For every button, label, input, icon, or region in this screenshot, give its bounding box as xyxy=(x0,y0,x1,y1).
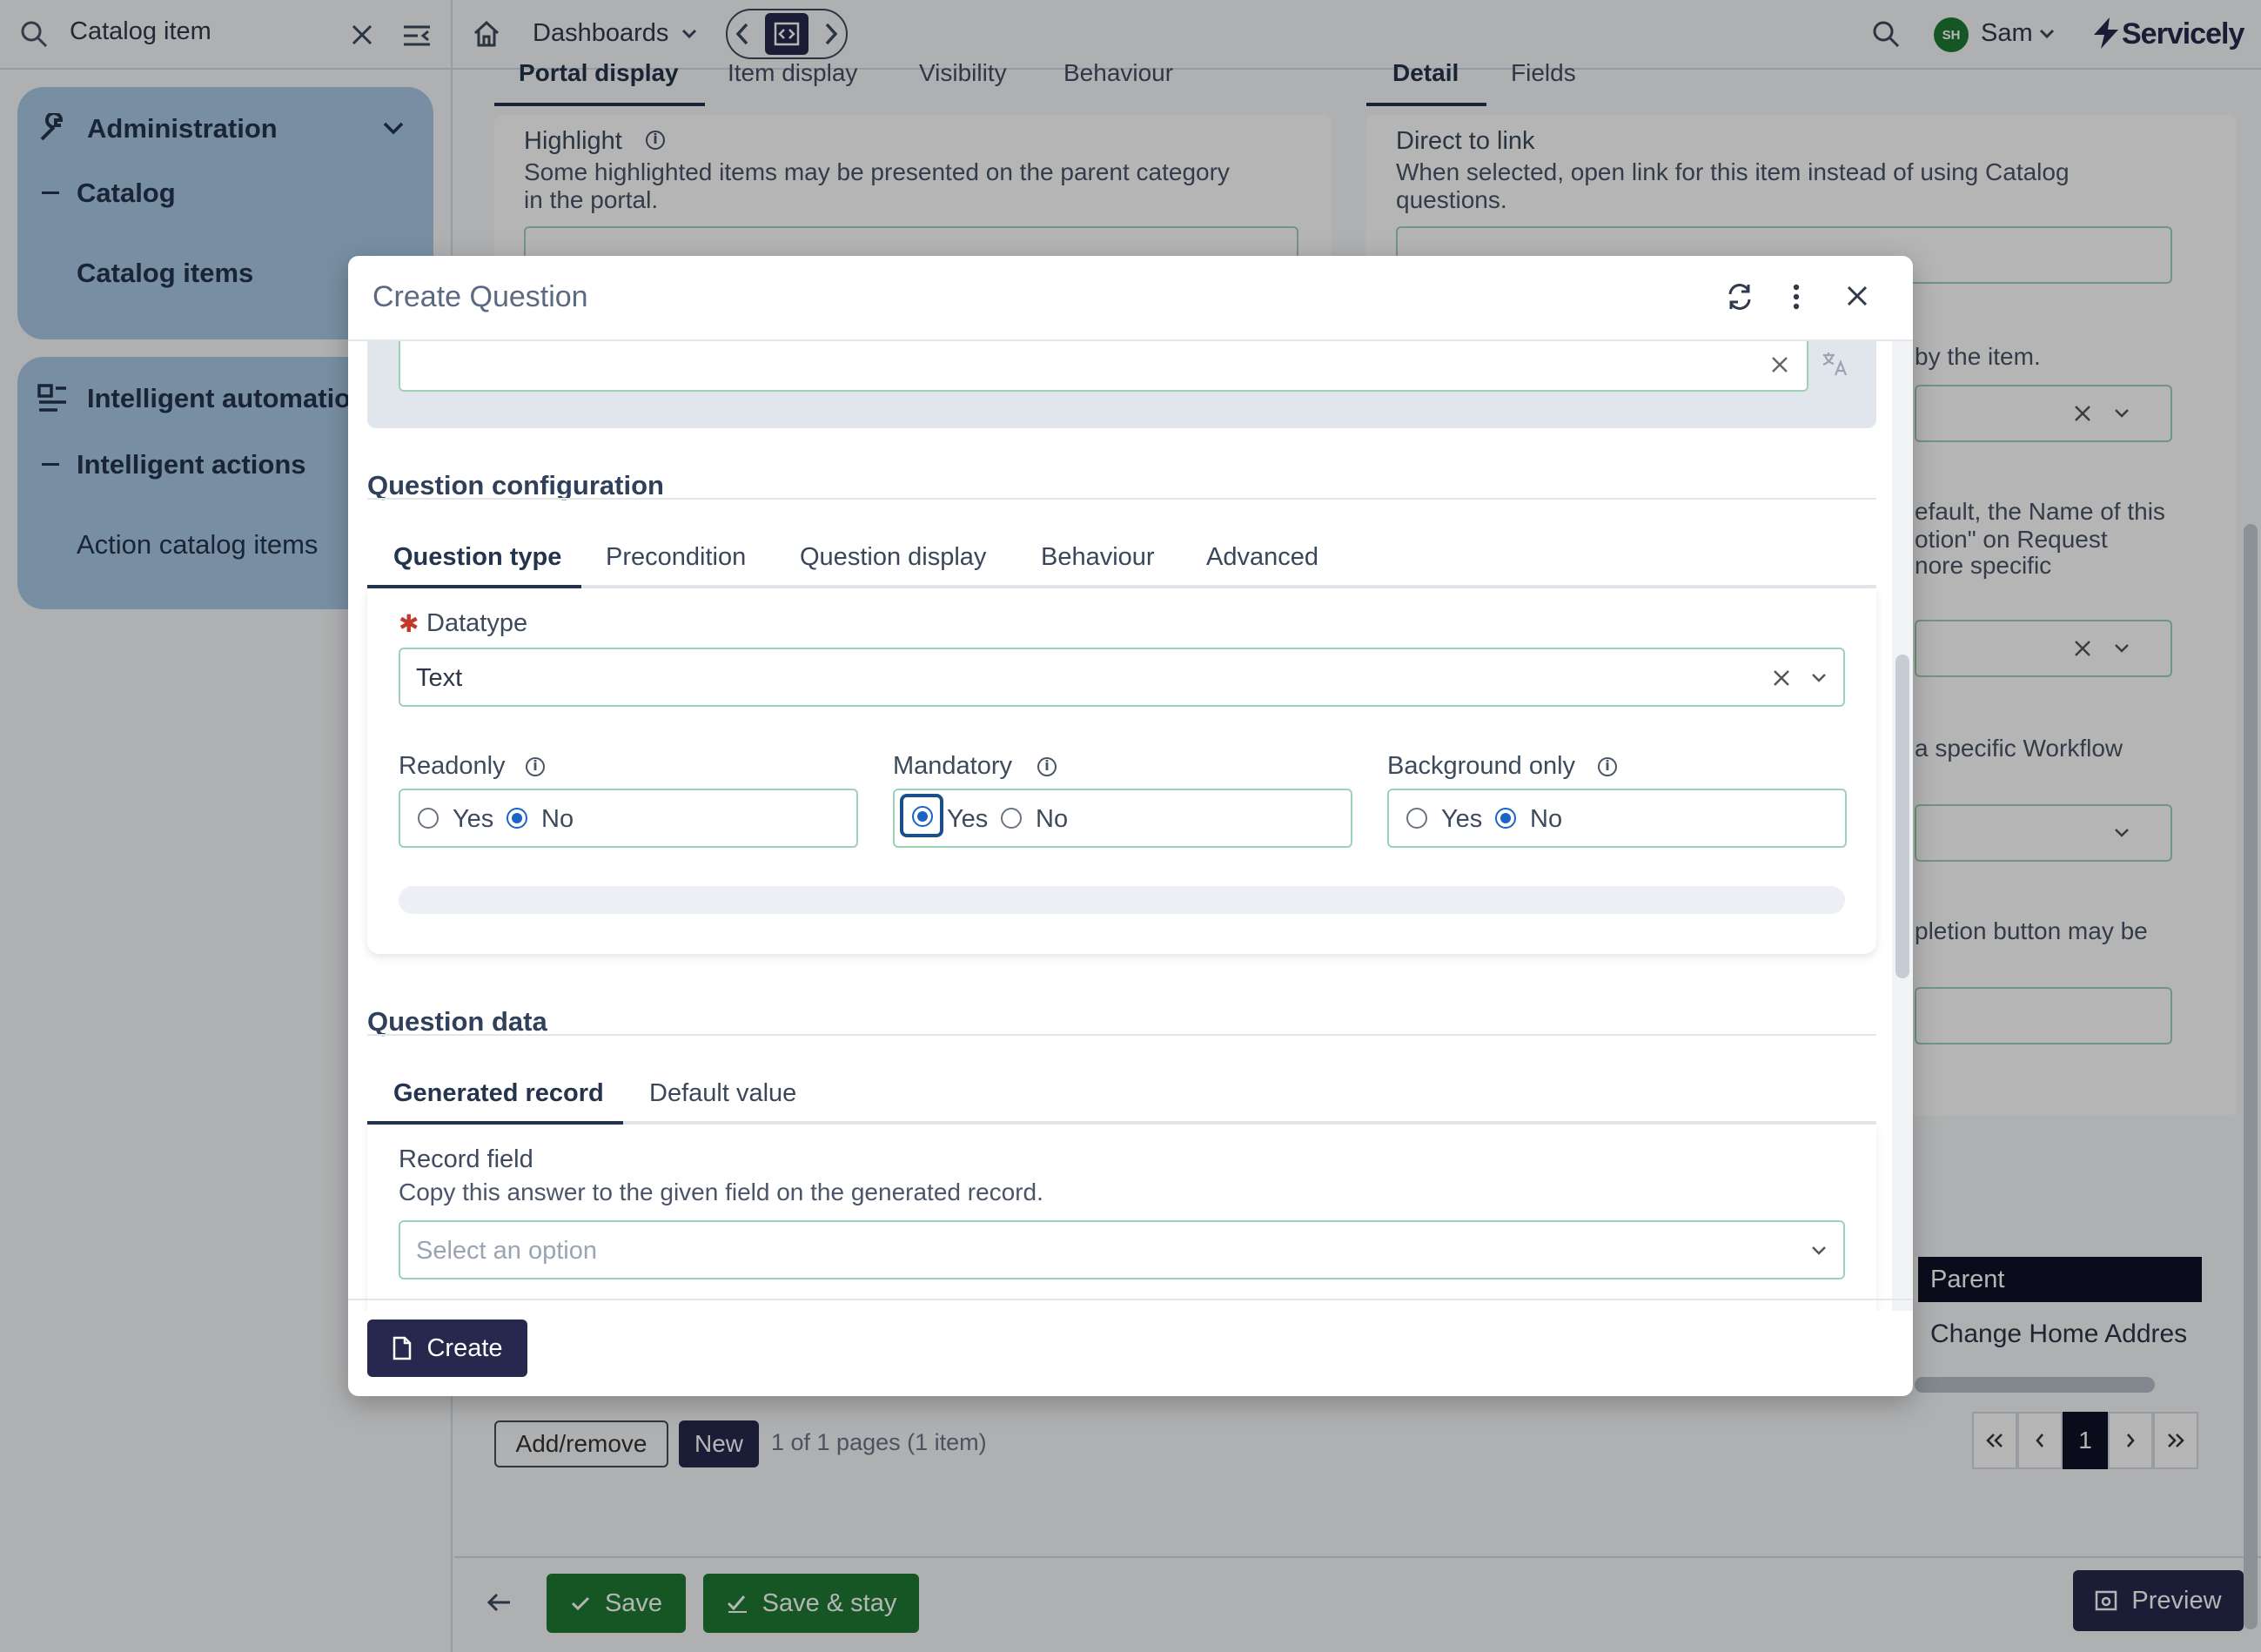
no-label[interactable]: No xyxy=(1530,805,1562,834)
info-icon[interactable] xyxy=(526,757,545,776)
create-label: Create xyxy=(426,1333,503,1362)
chevron-down-icon[interactable] xyxy=(1810,672,1828,684)
record-field-help: Copy this answer to the given field on t… xyxy=(399,1179,1043,1205)
translate-icon[interactable] xyxy=(1821,350,1848,378)
loading-placeholder xyxy=(399,886,1845,914)
question-data-title: Question data xyxy=(367,1006,547,1037)
datatype-value: Text xyxy=(416,664,463,692)
dialog-title: Create Question xyxy=(372,280,588,313)
yes-label[interactable]: Yes xyxy=(453,805,493,834)
dialog-footer-divider xyxy=(348,1299,1913,1300)
mandatory-no-radio[interactable] xyxy=(1001,808,1022,829)
background-only-label: Background only xyxy=(1387,752,1576,780)
record-field-label: Record field xyxy=(399,1145,533,1173)
refresh-icon[interactable] xyxy=(1725,282,1754,312)
readonly-no-radio[interactable] xyxy=(507,808,527,829)
clear-icon[interactable] xyxy=(1772,668,1791,688)
question-text-field[interactable] xyxy=(399,341,1808,392)
mandatory-yes-radio[interactable] xyxy=(912,806,933,827)
tab-behaviour[interactable]: Behaviour xyxy=(1041,543,1155,572)
readonly-label: Readonly xyxy=(399,752,506,780)
tab-precondition[interactable]: Precondition xyxy=(606,543,746,572)
readonly-radio-group: Yes No xyxy=(399,789,858,848)
info-icon[interactable] xyxy=(1598,757,1617,776)
question-type-panel: ✱ Datatype Text Readonly Yes No Mandator… xyxy=(367,588,1876,954)
create-button[interactable]: Create xyxy=(367,1320,527,1377)
mandatory-label: Mandatory xyxy=(893,752,1013,780)
dialog-scrollbar-thumb[interactable] xyxy=(1895,655,1909,978)
datatype-label: Datatype xyxy=(426,609,528,637)
more-options-icon[interactable] xyxy=(1791,282,1801,312)
tab-advanced[interactable]: Advanced xyxy=(1206,543,1318,572)
background-only-no-radio[interactable] xyxy=(1495,808,1516,829)
tab-default-value[interactable]: Default value xyxy=(649,1079,796,1108)
background-only-radio-group: Yes No xyxy=(1387,789,1847,848)
required-asterisk-icon: ✱ xyxy=(399,610,419,637)
close-icon[interactable] xyxy=(1845,284,1869,308)
chevron-down-icon xyxy=(1810,1245,1828,1257)
dialog-body: Question configuration Question type Pre… xyxy=(348,341,1913,1311)
create-question-dialog: Create Question Question configuration Q… xyxy=(348,256,1913,1396)
no-label[interactable]: No xyxy=(1036,805,1068,834)
section-divider xyxy=(367,498,1876,500)
generated-record-panel: Record field Copy this answer to the giv… xyxy=(367,1125,1876,1311)
yes-label[interactable]: Yes xyxy=(947,805,988,834)
select-placeholder: Select an option xyxy=(416,1237,597,1265)
no-label[interactable]: No xyxy=(541,805,574,834)
readonly-yes-radio[interactable] xyxy=(418,808,439,829)
question-configuration-title: Question configuration xyxy=(367,470,664,500)
clear-icon[interactable] xyxy=(1770,355,1789,374)
yes-label[interactable]: Yes xyxy=(1441,805,1482,834)
tab-generated-record[interactable]: Generated record xyxy=(393,1079,604,1108)
document-icon xyxy=(392,1336,413,1360)
tab-question-type[interactable]: Question type xyxy=(393,543,561,572)
record-field-select[interactable]: Select an option xyxy=(399,1220,1845,1279)
tab-question-display[interactable]: Question display xyxy=(800,543,986,572)
datatype-select[interactable]: Text xyxy=(399,648,1845,707)
mandatory-radio-group: Yes No xyxy=(893,789,1352,848)
info-icon[interactable] xyxy=(1037,757,1057,776)
section-divider xyxy=(367,1034,1876,1036)
background-only-yes-radio[interactable] xyxy=(1406,808,1427,829)
